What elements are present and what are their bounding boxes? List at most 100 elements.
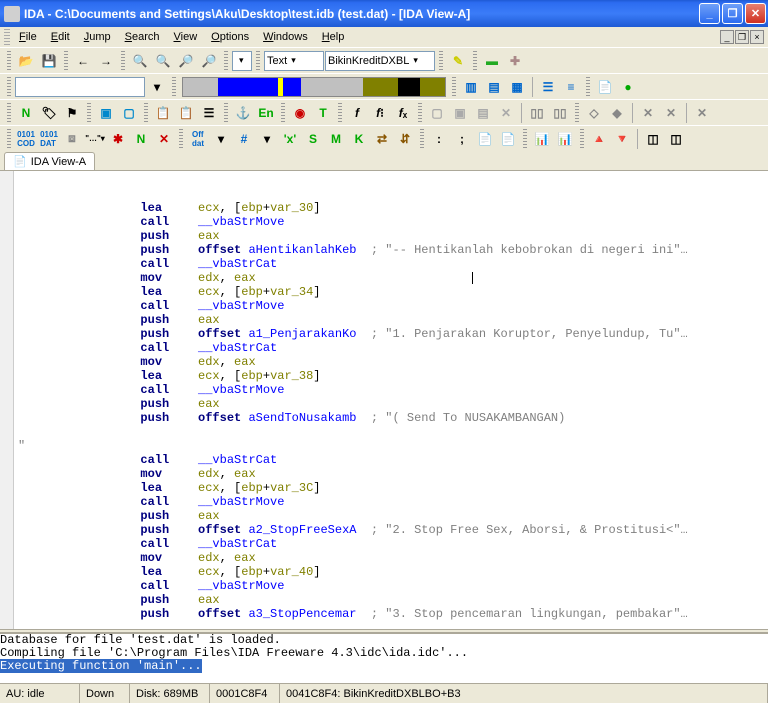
gray-3-button[interactable]: ▤	[472, 102, 494, 124]
offset-dd-button[interactable]: ▾	[210, 128, 232, 150]
chart-1-button[interactable]: 📊	[531, 128, 553, 150]
gray-x-button[interactable]: ✕	[495, 102, 517, 124]
disasm-line[interactable]: lea ecx, [ebp+var_3C]	[4, 481, 768, 495]
number-dd-button[interactable]: ▾	[256, 128, 278, 150]
anchor-button[interactable]: ⚓	[232, 102, 254, 124]
tree-2-button[interactable]: 🔻	[611, 128, 633, 150]
disasm-line[interactable]: call __vbaStrMove	[4, 495, 768, 509]
menu-file[interactable]: File	[12, 29, 44, 45]
array-button[interactable]: ✱	[107, 128, 129, 150]
func-chart-button[interactable]: f⁝	[369, 102, 391, 124]
open-button[interactable]: 📂	[15, 50, 37, 72]
disasm-line[interactable]: lea ecx, [ebp+var_38]	[4, 369, 768, 383]
disasm-line[interactable]: push offset a3_StopPencemar ; "3. Stop p…	[4, 607, 768, 621]
disasm-line[interactable]: mov edx, eax	[4, 551, 768, 565]
enum-m-button[interactable]: M	[325, 128, 347, 150]
nav-segment[interactable]	[398, 78, 420, 96]
disasm-line[interactable]: call __vbaStrCat	[4, 453, 768, 467]
invert-button[interactable]: ⇄	[371, 128, 393, 150]
number-button[interactable]: #	[233, 128, 255, 150]
type-button[interactable]: T	[312, 102, 334, 124]
disasm-line[interactable]: call __vbaStrCat	[4, 537, 768, 551]
add-button[interactable]: ▬	[481, 50, 503, 72]
semi-button[interactable]: ;	[451, 128, 473, 150]
notes-button[interactable]: 📄	[594, 76, 616, 98]
nav-segment[interactable]	[363, 78, 398, 96]
offset-button[interactable]: Offdat	[187, 128, 209, 150]
disasm-line[interactable]: mov edx, eax	[4, 271, 768, 285]
address-input[interactable]	[15, 77, 145, 97]
icon-x2-button[interactable]: ✕	[660, 102, 682, 124]
name-button[interactable]: N	[15, 102, 37, 124]
colon-button[interactable]: :	[428, 128, 450, 150]
mdi-minimize-button[interactable]: _	[720, 30, 734, 44]
menu-view[interactable]: View	[167, 29, 205, 45]
list-button[interactable]: ☰	[198, 102, 220, 124]
gray-1-button[interactable]: ▢	[426, 102, 448, 124]
disasm-line[interactable]: call __vbaStrCat	[4, 257, 768, 271]
search-next-button[interactable]: 🔍	[152, 50, 174, 72]
navigation-bar[interactable]	[182, 77, 446, 97]
ascii-button[interactable]: "…"▾	[84, 128, 106, 150]
chart-2-button[interactable]: 📊	[554, 128, 576, 150]
output-pane[interactable]: Database for file 'test.dat' is loaded.C…	[0, 633, 768, 683]
code-button[interactable]: 0101COD	[15, 128, 37, 150]
close-button[interactable]: ✕	[745, 3, 766, 24]
gray-2-button[interactable]: ▣	[449, 102, 471, 124]
func-button[interactable]: f	[346, 102, 368, 124]
disasm-line[interactable]: call __vbaStrMove	[4, 383, 768, 397]
disasm-line[interactable]: push offset aHentikanlahKeb ; "-- Hentik…	[4, 243, 768, 257]
history-combo[interactable]	[232, 51, 252, 71]
maximize-button[interactable]: ❐	[722, 3, 743, 24]
menu-windows[interactable]: Windows	[256, 29, 315, 45]
menu-edit[interactable]: Edit	[44, 29, 77, 45]
back-button[interactable]: ←	[72, 50, 94, 72]
menu-jump[interactable]: Jump	[77, 29, 118, 45]
disasm-line[interactable]: mov edx, eax	[4, 355, 768, 369]
goto-button[interactable]: ▾	[146, 76, 168, 98]
icon-b-button[interactable]: ◆	[606, 102, 628, 124]
enum-button[interactable]: En	[255, 102, 277, 124]
graph-1-button[interactable]: ◫	[642, 128, 664, 150]
forward-button[interactable]: →	[95, 50, 117, 72]
representation-combo[interactable]: Text	[264, 51, 324, 71]
tab-ida-view-a[interactable]: 📄 IDA View-A	[4, 152, 95, 170]
disasm-line[interactable]: call __vbaStrMove	[4, 215, 768, 229]
segment-2-button[interactable]: ▯▯	[549, 102, 571, 124]
nav-segment[interactable]	[301, 78, 363, 96]
disasm-line[interactable]: call __vbaStrCat	[4, 341, 768, 355]
paste-button[interactable]: 📋	[175, 102, 197, 124]
disasm-line[interactable]: push offset aSendToNusakamb ; "( Send To…	[4, 411, 768, 453]
seg-button[interactable]: S	[302, 128, 324, 150]
mdi-restore-button[interactable]: ❐	[735, 30, 749, 44]
data-button[interactable]: 0101DAT	[38, 128, 60, 150]
window-4-button[interactable]: ☰	[537, 76, 559, 98]
save-button[interactable]: 💾	[38, 50, 60, 72]
nav-segment[interactable]	[283, 78, 301, 96]
window-1-button[interactable]: ▥	[460, 76, 482, 98]
window-5-button[interactable]: ≡	[560, 76, 582, 98]
flag-button[interactable]: ⚑	[61, 102, 83, 124]
note-2-button[interactable]: 📄	[497, 128, 519, 150]
nav-segment[interactable]	[183, 78, 218, 96]
disasm-line[interactable]: lea ecx, [ebp+var_30]	[4, 201, 768, 215]
disasm-line[interactable]: call __vbaStrMove	[4, 579, 768, 593]
mdi-close-button[interactable]: ×	[750, 30, 764, 44]
search-text-button[interactable]: 🔎	[175, 50, 197, 72]
disasm-line[interactable]: push eax	[4, 509, 768, 523]
segment-1-button[interactable]: ▯▯	[526, 102, 548, 124]
tree-1-button[interactable]: 🔺	[588, 128, 610, 150]
window-3-button[interactable]: ▦	[506, 76, 528, 98]
run-button[interactable]: ●	[617, 76, 639, 98]
disasm-line[interactable]: push offset a1_PenjarakanKo ; "1. Penjar…	[4, 327, 768, 341]
search-prev-button[interactable]: 🔎	[198, 50, 220, 72]
search-button[interactable]: 🔍	[129, 50, 151, 72]
icon-x1-button[interactable]: ✕	[637, 102, 659, 124]
stkvar-button[interactable]: K	[348, 128, 370, 150]
menu-options[interactable]: Options	[204, 29, 256, 45]
minimize-button[interactable]: _	[699, 3, 720, 24]
disasm-line[interactable]: call __vbaStrMove	[4, 299, 768, 313]
nav-segment[interactable]	[420, 78, 445, 96]
disasm-line[interactable]: push eax	[4, 313, 768, 327]
disasm-line[interactable]: lea ecx, [ebp+var_40]	[4, 565, 768, 579]
